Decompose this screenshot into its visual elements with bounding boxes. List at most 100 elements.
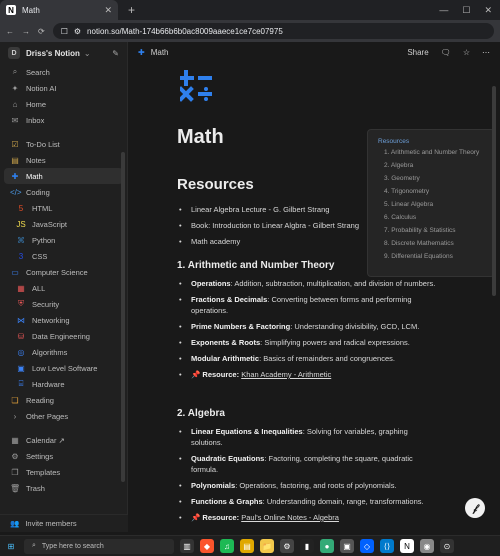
sidebar-item-security[interactable]: ⛨ Security [0,296,127,312]
dropbox-icon[interactable]: ◇ [360,539,374,553]
toc-item[interactable]: 8. Discrete Mathematics [384,240,484,247]
site-settings-icon[interactable]: ⚙ [74,27,81,36]
browser-tab[interactable]: N Math ✕ [0,0,118,20]
sidebar-item-data-engineering[interactable]: ⛁ Data Engineering [0,328,127,344]
forward-icon[interactable]: → [22,27,30,36]
sidebar-item-calendar[interactable]: ▦ Calendar ↗ [0,432,127,448]
sidebar-item-settings[interactable]: ⚙ Settings [0,448,127,464]
toc-item[interactable]: 1. Arithmetic and Number Theory [384,149,484,156]
sidebar-item-reading[interactable]: ❏ Reading [0,392,127,408]
home-icon: ⌂ [12,99,18,109]
list-item: Fractions & Decimals: Converting between… [177,294,437,316]
sidebar-item-html[interactable]: 5 HTML [0,200,127,216]
sidebar-item-templates[interactable]: ❐ Templates [0,464,127,480]
comment-icon[interactable]: 🗨 [441,48,451,57]
spotify-icon[interactable]: ♫ [220,539,234,553]
sidebar-item-label: Reading [26,395,54,405]
sidebar-item-hardware[interactable]: ⌸ Hardware [0,376,127,392]
sidebar-item-label: Python [32,235,56,245]
page-scrollbar[interactable] [492,86,496,296]
taskbar-search[interactable]: ⌕ Type here to search [24,538,174,554]
sidebar-item-notion-ai[interactable]: ✦ Notion AI [0,80,127,96]
chevron-down-icon: ⌄ [83,48,91,58]
address-bar[interactable]: ☐ ⚙ notion.so/Math-174b66b6b0ac8009aaece… [52,23,494,39]
settings-app-icon[interactable]: ⚙ [280,539,294,553]
toc-item[interactable]: 3. Geometry [384,175,484,182]
sidebar-item-python[interactable]: ⌘ Python [0,232,127,248]
new-tab-button[interactable]: + [128,3,135,17]
help-button[interactable]: 𝒻 [465,498,485,518]
page-title[interactable]: Math [177,126,224,149]
breadcrumb[interactable]: ✚ Math [138,48,169,57]
github-icon[interactable]: ⊙ [440,539,454,553]
new-page-icon[interactable]: ✎ [112,49,119,58]
workspace-name: Driss's Notion [26,48,80,58]
term-description: : Understanding divisibility, GCD, LCM. [290,322,420,331]
math-operators-icon [180,70,212,102]
reload-icon[interactable]: ⟳ [38,27,45,36]
toc-item[interactable]: 2. Algebra [384,162,484,169]
calendar-icon: ▦ [11,435,19,445]
sidebar-item-to-do-list[interactable]: ☑ To-Do List [0,136,127,152]
bookmark-icon[interactable]: ☐ [61,27,68,36]
sidebar-scrollbar[interactable] [121,152,125,482]
sidebar-item-computer-science[interactable]: ▭ Computer Science [0,264,127,280]
list-item: Prime Numbers & Factoring: Understanding… [177,321,437,332]
term-label: Exponents & Roots [191,338,261,347]
terminal-icon[interactable]: ▮ [300,539,314,553]
sidebar-item-css[interactable]: 3 CSS [0,248,127,264]
notion-app-icon[interactable]: N [400,539,414,553]
close-window-icon[interactable]: ✕ [484,5,492,16]
resource-link[interactable]: Paul's Online Notes - Algebra [241,513,339,522]
hardware-icon: ⌸ [18,379,24,388]
app-icon[interactable]: ● [320,539,334,553]
toc-title[interactable]: Resources [378,138,484,145]
sidebar-item-label: Data Engineering [32,331,90,341]
sidebar-item-algorithms[interactable]: ◎ Algorithms [0,344,127,360]
help-icon: 𝒻 [472,502,478,514]
back-icon[interactable]: ← [6,27,14,36]
more-icon[interactable]: ⋯ [482,48,490,57]
photos-icon[interactable]: ▤ [240,539,254,553]
term-label: Functions & Graphs [191,497,263,506]
sidebar-item-low-level-software[interactable]: ▣ Low Level Software [0,360,127,376]
sidebar-item-all[interactable]: ▦ ALL [0,280,127,296]
invite-members-button[interactable]: 👥 Invite members [0,514,128,532]
sparkle-icon: ✦ [11,83,19,93]
sidebar-item-other-pages[interactable]: › Other Pages [0,408,127,424]
share-button[interactable]: Share [407,48,428,57]
task-view-icon[interactable]: ▥ [180,539,194,553]
sidebar-item-notes[interactable]: ▤ Notes [0,152,127,168]
sidebar-item-home[interactable]: ⌂ Home [0,96,127,112]
toc-item[interactable]: 5. Linear Algebra [384,201,484,208]
vscode-icon[interactable]: ⟨⟩ [380,539,394,553]
term-description: : Understanding domain, range, transform… [262,497,424,506]
code-app-icon[interactable]: ▣ [340,539,354,553]
page-topbar: ✚ Math Share 🗨 ☆ ⋯ [128,42,500,62]
minimize-icon[interactable]: — [439,5,448,16]
sidebar-item-trash[interactable]: 🗑 Trash [0,480,127,496]
sidebar-item-coding[interactable]: </> Coding [0,184,127,200]
toc-item[interactable]: 4. Trigonometry [384,188,484,195]
toc-item[interactable]: 6. Calculus [384,214,484,221]
sidebar-item-math[interactable]: ✚ Math [4,168,123,184]
pages-icon: › [13,411,17,421]
term-description: : Basics of remainders and congruences. [259,354,395,363]
sidebar-item-javascript[interactable]: JS JavaScript [0,216,127,232]
sidebar-item-label: Computer Science [26,267,88,277]
sidebar-item-networking[interactable]: ⋈ Networking [0,312,127,328]
toc-item[interactable]: 9. Differential Equations [384,253,484,260]
favorite-icon[interactable]: ☆ [463,48,470,57]
maximize-icon[interactable]: ☐ [462,5,470,16]
file-explorer-icon[interactable]: 📁 [260,539,274,553]
brave-icon[interactable]: ◆ [200,539,214,553]
sidebar-item-inbox[interactable]: ✉ Inbox [0,112,127,128]
windows-start-icon[interactable]: ⊞ [4,539,18,553]
workspace-switcher[interactable]: D Driss's Notion ⌄ ✎ [0,42,127,64]
sidebar-item-search[interactable]: ⌕ Search [0,64,127,80]
close-tab-icon[interactable]: ✕ [104,5,112,16]
chrome-icon[interactable]: ◉ [420,539,434,553]
inbox-icon: ✉ [11,115,19,125]
toc-item[interactable]: 7. Probability & Statistics [384,227,484,234]
resource-link[interactable]: Khan Academy - Arithmetic [241,370,331,379]
